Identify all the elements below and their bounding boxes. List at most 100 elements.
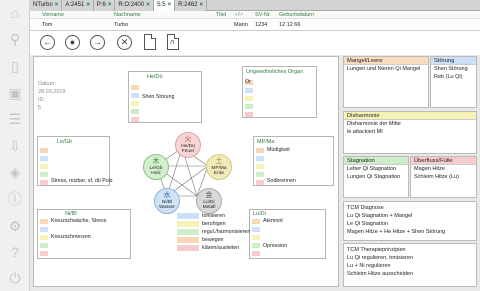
info-icon[interactable]: ⓘ [6, 190, 24, 208]
panel-title: TCM Therapieprinzipien [347, 247, 406, 253]
element-wood[interactable]: 木 Le/Gb Holz [143, 154, 169, 180]
wood-glyph-icon: 木 [152, 157, 160, 165]
column-header[interactable]: ♀/♂ [234, 12, 244, 18]
legend-label: regul./harmonisieren [202, 229, 251, 235]
tab-close-icon[interactable]: × [55, 2, 59, 8]
panel-line: Shen Störung [434, 66, 468, 72]
delete-button[interactable]: ✕ [117, 35, 132, 50]
swatch [131, 117, 139, 122]
organ-note[interactable]: Sodbrennen [267, 178, 296, 184]
record-button[interactable]: ● [65, 35, 80, 50]
swatch [252, 243, 260, 248]
panel-line: Lu + Ni regulieren [347, 263, 391, 269]
panel-line: Lungen Qi Stagnation [347, 174, 401, 180]
element-fire[interactable]: 火 He/Dü Feuer [175, 132, 201, 158]
organ-box-title: Ungewöhnliches Organ [246, 69, 304, 75]
element-earth[interactable]: 土 MP/Ma Erde [206, 154, 232, 180]
organ-note[interactable]: Atemnot [263, 218, 283, 224]
search-icon[interactable]: ⚲ [6, 30, 24, 48]
tab-a2451[interactable]: A:2451 × [62, 0, 94, 11]
arrow-right-icon: → [93, 37, 102, 47]
document-icon[interactable]: ▯ [6, 57, 24, 75]
organ-note[interactable]: Kreuzschwäche, Stress [51, 218, 106, 224]
panel-line: Magen Hitze + He Hitze + Shen Störung [347, 229, 446, 235]
home-icon[interactable]: ⌂ [6, 4, 24, 22]
tab-p6[interactable]: P:6 × [93, 0, 116, 11]
panel-title: Überfluss/Fülle [411, 157, 476, 165]
organ-note[interactable]: Stress, reizbar, sf, dü Puls [51, 178, 113, 184]
close-icon: ✕ [120, 37, 129, 47]
organ-box-ungewoehnlich: Ungewöhnliches Organ Or [242, 66, 317, 118]
cell-vorname: Tom [42, 22, 53, 28]
organ-box-title: MP/Ma [257, 139, 275, 145]
column-header[interactable]: Nachname [114, 12, 141, 18]
column-header[interactable]: Titel [216, 12, 226, 18]
element-metal[interactable]: 金 Lu/Di Metall [196, 188, 222, 214]
column-header[interactable]: Geburtsdatum [279, 12, 314, 18]
column-header[interactable]: Vorname [42, 12, 64, 18]
panel-stoerung[interactable]: Störung Shen Störung Reb (Lu Qi) [430, 56, 477, 108]
organ-note[interactable]: Müdigkeit [267, 147, 290, 153]
swatch [256, 164, 264, 169]
tag-icon[interactable]: ◈ [6, 163, 24, 181]
help-icon[interactable]: ? [6, 243, 24, 261]
list-document-icon[interactable]: ☰ [6, 110, 24, 128]
swatch [256, 180, 264, 185]
panel-title: Mangel/Leere [344, 57, 428, 65]
datum-value: 28.03.2019 [38, 89, 66, 95]
panel-title: TCM Diagnose [347, 205, 384, 211]
panel-line: Schleim Hitze ausscheiden [347, 271, 414, 277]
panel-tcm-therapie[interactable]: TCM Therapieprinzipien Lu Qi regulieren,… [343, 243, 477, 287]
tab-ro2400[interactable]: R:O:2400 × [115, 0, 154, 11]
swatch [245, 88, 253, 93]
organ-note[interactable]: Kreuzschmerzen [51, 234, 91, 240]
power-icon[interactable]: ⏻ [6, 269, 24, 287]
tab-close-icon[interactable]: × [86, 2, 90, 8]
pdf-export-button[interactable]: ᴫ [167, 34, 179, 50]
swatch [245, 104, 253, 109]
panel-line: Reb (Lu Qi) [434, 74, 463, 80]
swatch [40, 235, 48, 240]
panel-disharmonie[interactable]: Disharmonie Disharmonie der Mitte le att… [343, 111, 477, 154]
swatch [40, 172, 48, 177]
tab-nturbo[interactable]: NTurbo × [30, 0, 63, 11]
tab-r2462[interactable]: R:2462 × [175, 0, 207, 11]
organ-box-ni-bl: Ni/Bl Kreuzschwäche, Stress Kreuzschmerz… [37, 209, 131, 259]
tab-close-icon[interactable]: × [199, 2, 203, 8]
gear-icon[interactable]: ⚙ [6, 217, 24, 235]
organ-note[interactable]: Or [245, 79, 251, 85]
arrow-left-icon: ← [43, 37, 52, 47]
swatch [40, 180, 48, 185]
organ-box-title: He/Dü [147, 74, 163, 80]
panel-mangel[interactable]: Mangel/Leere Lungen und Nieren Qi Mangel [343, 56, 429, 108]
panel-ueberfluss[interactable]: Überfluss/Fülle Magen Hitze Schleim Hitz… [410, 156, 477, 198]
panel-stagnation[interactable]: Stagnation Leber Qi Stagnation Lungen Qi… [343, 156, 409, 198]
element-water[interactable]: 水 Ni/Bl Wasser [154, 188, 180, 214]
panel-tcm-diagnose[interactable]: TCM Diagnose Lu Qi Stagnation + Mangel L… [343, 201, 477, 241]
organ-note[interactable]: Opression [263, 243, 287, 249]
forward-button[interactable]: → [90, 35, 105, 50]
column-header[interactable]: SV-Nr. [255, 12, 271, 18]
panel-line: Le Qi Stagnation [347, 221, 388, 227]
swatch [40, 156, 48, 161]
organ-note[interactable]: Shen Störung [142, 94, 174, 100]
photo-icon[interactable]: ▣ [6, 84, 24, 102]
tab-close-icon[interactable]: × [108, 2, 112, 8]
swatch [256, 148, 264, 153]
new-document-button[interactable] [144, 34, 156, 50]
organ-box-he-du: He/Dü Shen Störung [128, 71, 202, 123]
tab-s5[interactable]: S:5 × [153, 0, 176, 11]
swatch [245, 112, 253, 117]
panel-line: le attackiert MI [347, 129, 383, 135]
panel-line: Schleim Hitze (Lu) [414, 174, 459, 180]
element-name: Feuer [181, 149, 195, 154]
organ-box-title: Ni/Bl [65, 211, 77, 217]
download-icon[interactable]: ⇩ [6, 137, 24, 155]
swatch [131, 93, 139, 98]
back-button[interactable]: ← [40, 35, 55, 50]
tab-close-icon[interactable]: × [168, 2, 172, 8]
tab-close-icon[interactable]: × [146, 2, 150, 8]
legend-label: klären/ausleiten [202, 245, 240, 251]
swatch [40, 227, 48, 232]
swatch [252, 219, 260, 224]
